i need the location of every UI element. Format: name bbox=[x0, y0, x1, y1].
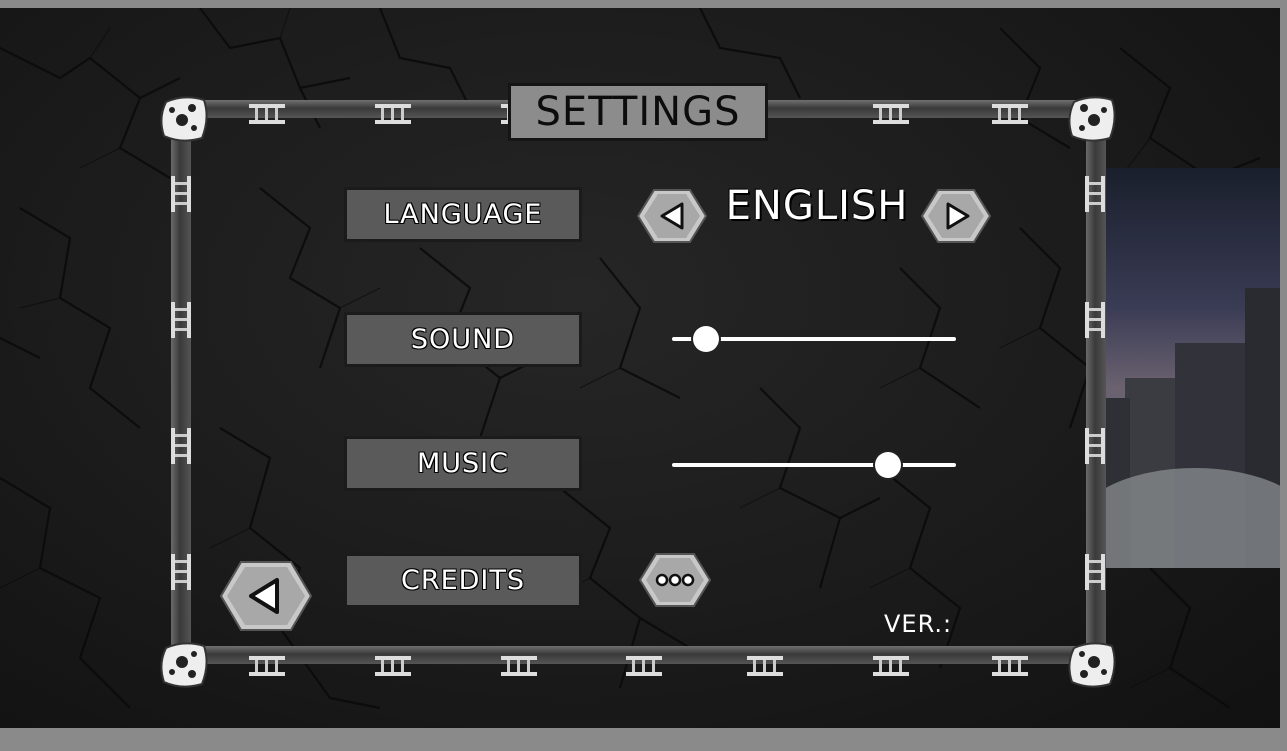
frame-bolt bbox=[245, 654, 289, 678]
page-title: SETTINGS bbox=[535, 89, 741, 135]
language-next-button[interactable] bbox=[920, 188, 992, 244]
language-prev-button[interactable] bbox=[636, 188, 708, 244]
sound-slider[interactable] bbox=[672, 324, 956, 354]
sound-label-plate: SOUND bbox=[344, 312, 582, 367]
language-label-plate: LANGUAGE bbox=[344, 187, 582, 242]
frame-bolt bbox=[497, 654, 541, 678]
music-label-plate: MUSIC bbox=[344, 436, 582, 491]
frame-bolt bbox=[988, 102, 1032, 126]
frame-bolt bbox=[169, 172, 193, 216]
frame-bolt bbox=[169, 424, 193, 468]
triangle-left-icon bbox=[636, 189, 708, 243]
music-slider[interactable] bbox=[672, 450, 956, 480]
corner-ornament bbox=[1068, 642, 1116, 688]
sound-label: SOUND bbox=[410, 324, 516, 355]
frame-bolt bbox=[622, 654, 666, 678]
language-label: LANGUAGE bbox=[383, 199, 543, 230]
frame-bolt bbox=[169, 298, 193, 342]
frame-bolt bbox=[371, 654, 415, 678]
settings-title-plate: SETTINGS bbox=[508, 83, 768, 141]
city-skyline-background bbox=[1105, 168, 1280, 568]
music-slider-thumb[interactable] bbox=[874, 452, 901, 478]
three-dots-icon bbox=[638, 553, 712, 607]
frame-bolt bbox=[988, 654, 1032, 678]
frame-bolt bbox=[1083, 550, 1107, 594]
frame-bolt bbox=[245, 102, 289, 126]
music-slider-track bbox=[672, 463, 956, 467]
corner-ornament bbox=[1068, 96, 1116, 142]
credits-label-plate: CREDITS bbox=[344, 553, 582, 608]
frame-bolt bbox=[371, 102, 415, 126]
frame-bolt bbox=[869, 654, 913, 678]
corner-ornament bbox=[160, 96, 208, 142]
frame-bolt bbox=[1083, 298, 1107, 342]
frame-bolt bbox=[169, 550, 193, 594]
corner-ornament bbox=[160, 642, 208, 688]
credits-label: CREDITS bbox=[400, 565, 526, 596]
language-value: ENGLISH bbox=[725, 183, 909, 229]
sound-slider-thumb[interactable] bbox=[693, 326, 720, 352]
frame-bolt bbox=[1083, 172, 1107, 216]
triangle-left-icon bbox=[219, 561, 313, 631]
frame-bolt bbox=[869, 102, 913, 126]
music-label: MUSIC bbox=[416, 448, 509, 479]
credits-button[interactable] bbox=[638, 552, 712, 608]
back-button[interactable] bbox=[219, 560, 313, 632]
version-label: VER.: bbox=[884, 610, 953, 638]
frame-bolt bbox=[1083, 424, 1107, 468]
frame-bolt bbox=[743, 654, 787, 678]
triangle-right-icon bbox=[920, 189, 992, 243]
